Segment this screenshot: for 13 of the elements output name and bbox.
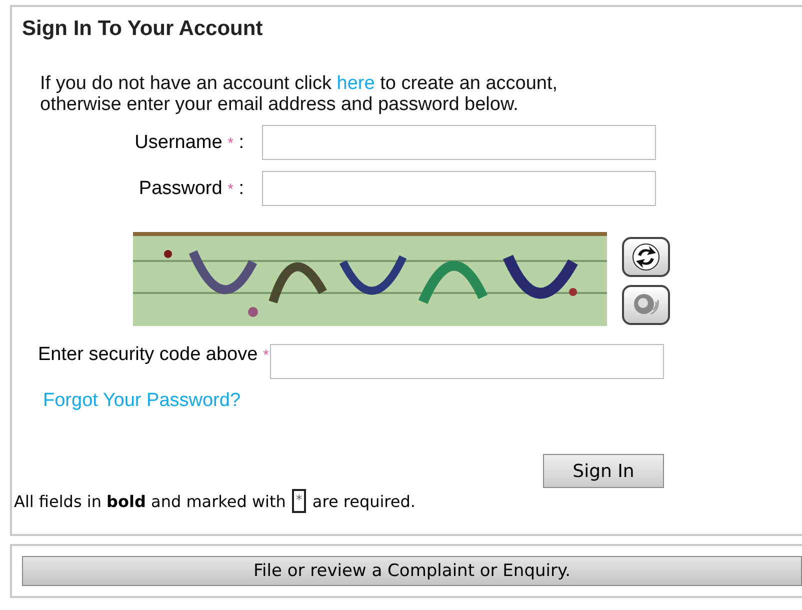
intro-text: If you do not have an account click here to create an account, otherwise enter your email address and password below. — [40, 73, 559, 115]
field-label: Username * : — [134, 132, 245, 154]
required-note: are required. — [312, 492, 416, 510]
complaint-button[interactable]: File or review a Complaint or Enquiry. — [22, 556, 802, 586]
required-mark: * — [262, 347, 269, 364]
sign-in-button[interactable]: Sign In — [543, 454, 664, 488]
required-mark: * — [228, 134, 234, 152]
field-label: Password * : — [138, 178, 245, 200]
field-label: Enter security code above * — [38, 344, 270, 366]
required-mark: * — [228, 180, 234, 198]
required-marker: * — [292, 489, 306, 513]
panel-title: Sign In To Your Account — [22, 17, 264, 41]
required-note: All fields in bold and marked with — [14, 492, 286, 510]
